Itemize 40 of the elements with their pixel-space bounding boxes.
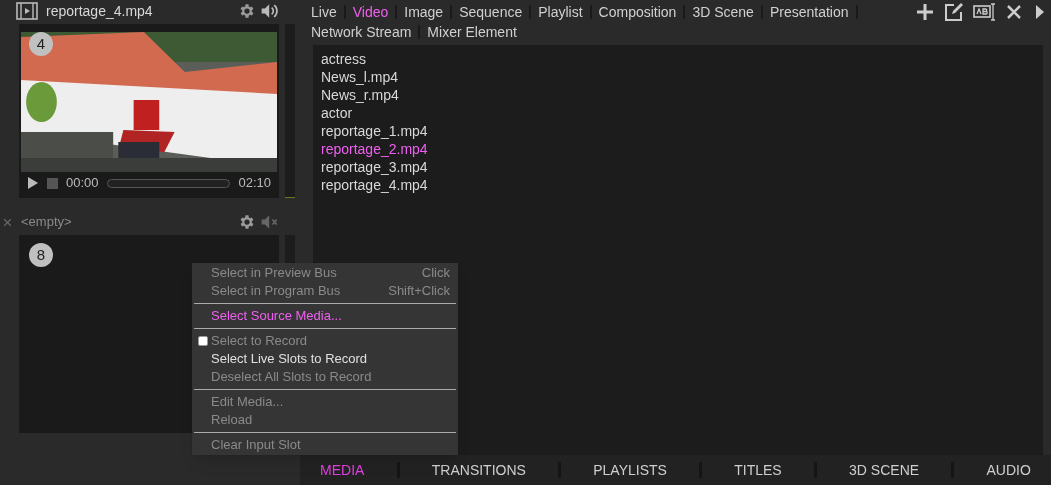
file-item[interactable]: News_l.mp4: [321, 68, 399, 86]
muted-speaker-icon[interactable]: [260, 213, 280, 231]
file-item[interactable]: actor: [321, 104, 353, 122]
source-tab[interactable]: Video: [345, 1, 396, 23]
file-item[interactable]: reportage_1.mp4: [321, 122, 428, 140]
slot-number: 8: [29, 243, 53, 267]
source-tab[interactable]: 3D Scene: [685, 1, 761, 23]
file-item[interactable]: News_r.mp4: [321, 86, 399, 104]
edit-icon[interactable]: [944, 2, 964, 22]
speaker-icon[interactable]: [260, 2, 280, 20]
panel-tab[interactable]: TITLES: [726, 459, 790, 481]
scroll-right-icon[interactable]: [1035, 4, 1045, 20]
source-tab[interactable]: Network Stream: [304, 21, 419, 43]
file-item[interactable]: actress: [321, 50, 367, 68]
source-tab[interactable]: Presentation: [762, 1, 856, 23]
panel-tab[interactable]: AUDIO: [978, 459, 1039, 481]
play-icon[interactable]: [27, 176, 39, 190]
time-total: 02:10: [238, 174, 271, 193]
rename-icon[interactable]: [973, 3, 997, 21]
source-tab[interactable]: Sequence: [452, 1, 530, 23]
slot-title: reportage_4.mp4: [46, 1, 154, 21]
file-item[interactable]: reportage_3.mp4: [321, 158, 428, 176]
slot-panel[interactable]: 4 00:00 02:10: [19, 24, 279, 198]
panel-tab[interactable]: TRANSITIONS: [423, 459, 534, 481]
source-tab[interactable]: Live: [304, 1, 344, 23]
source-tab[interactable]: Composition: [591, 1, 684, 23]
slot-title: <empty>: [21, 213, 73, 232]
source-tab[interactable]: Image: [397, 1, 451, 23]
panel-tab[interactable]: 3D SCENE: [841, 459, 928, 481]
add-icon[interactable]: [915, 2, 935, 22]
time-current: 00:00: [66, 174, 99, 193]
file-item[interactable]: reportage_2.mp4: [321, 140, 428, 158]
panel-tab[interactable]: PLAYLISTS: [585, 459, 675, 481]
settings-icon[interactable]: [238, 213, 256, 231]
source-tab[interactable]: Playlist: [531, 1, 590, 23]
film-icon: [16, 2, 38, 20]
source-tab[interactable]: Mixer Element: [420, 21, 524, 43]
settings-icon[interactable]: [238, 2, 256, 20]
panel-tab[interactable]: MEDIA: [312, 459, 373, 481]
file-item[interactable]: reportage_4.mp4: [321, 176, 428, 194]
